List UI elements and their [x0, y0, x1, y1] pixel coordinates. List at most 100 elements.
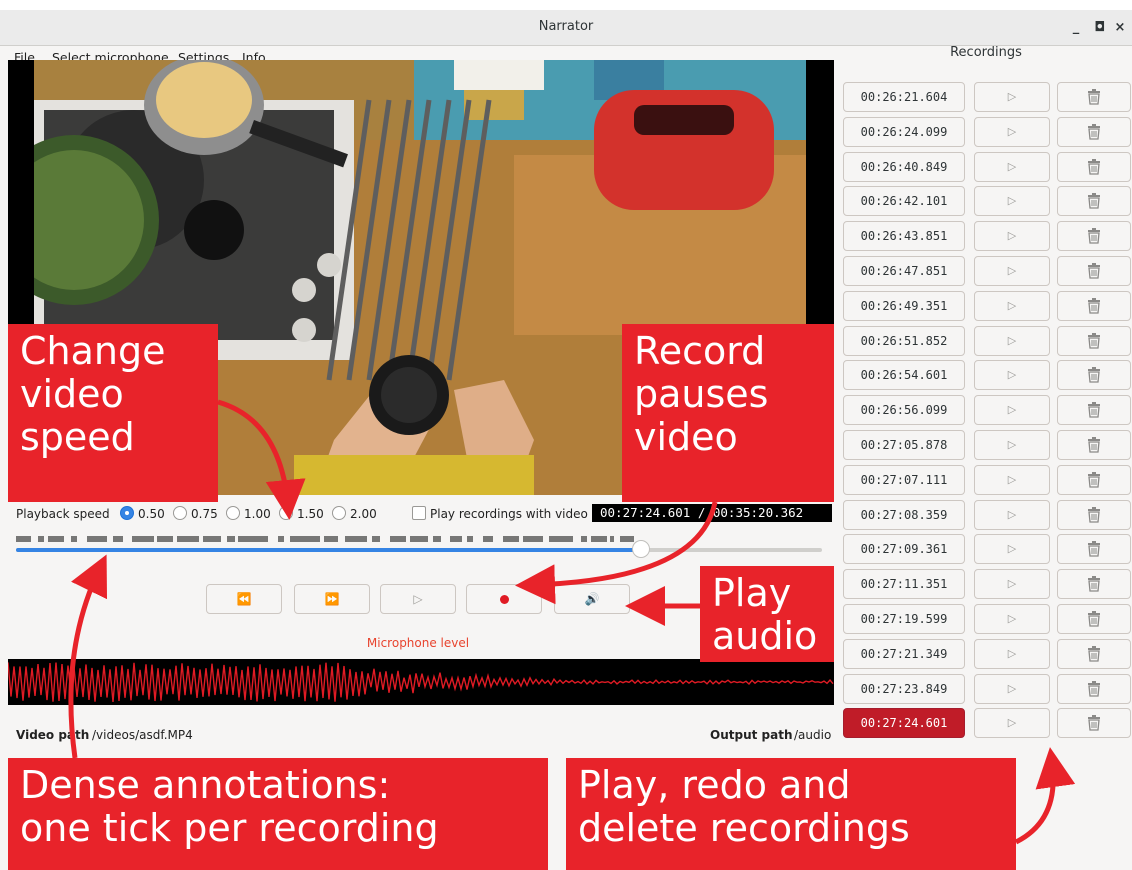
recording-delete-button[interactable] — [1057, 708, 1131, 739]
recording-play-button[interactable]: ▷ — [974, 673, 1050, 704]
recording-play-button[interactable]: ▷ — [974, 708, 1050, 739]
waveform-graph — [8, 662, 834, 702]
forward-icon: ⏩ — [324, 592, 340, 606]
play-icon: ▷ — [1007, 90, 1017, 103]
recording-redo-button[interactable]: 00:27:09.361 — [843, 534, 965, 565]
record-button[interactable] — [466, 584, 542, 614]
recording-play-button[interactable]: ▷ — [974, 151, 1050, 182]
recording-play-button[interactable]: ▷ — [974, 395, 1050, 426]
recording-redo-button[interactable]: 00:26:21.604 — [843, 82, 965, 112]
play-icon: ▷ — [1007, 681, 1017, 695]
speed-radio-0.50[interactable] — [120, 506, 134, 520]
recording-delete-button[interactable] — [1057, 638, 1131, 669]
recording-delete-button[interactable] — [1057, 221, 1131, 252]
speed-radio-2.00[interactable] — [332, 506, 346, 520]
speed-radio-1.50[interactable] — [279, 506, 293, 520]
recording-delete-button[interactable] — [1057, 325, 1131, 356]
recording-delete-button[interactable] — [1057, 290, 1131, 321]
recording-redo-button[interactable]: 00:26:49.351 — [843, 290, 965, 321]
recording-delete-button[interactable] — [1057, 464, 1131, 495]
trash-icon — [1088, 158, 1100, 175]
recording-row: 00:27:09.361 ▷ — [843, 532, 1131, 567]
recording-delete-button[interactable] — [1057, 116, 1131, 147]
annotation-record-pauses: Record pauses video — [622, 324, 834, 502]
recording-delete-button[interactable] — [1057, 82, 1131, 112]
recording-play-button[interactable]: ▷ — [974, 325, 1050, 356]
play-icon: ▷ — [1007, 368, 1017, 382]
rewind-button[interactable]: ⏪ — [206, 584, 282, 614]
recording-redo-button[interactable]: 00:26:54.601 — [843, 360, 965, 391]
trash-icon — [1088, 332, 1100, 349]
recording-play-button[interactable]: ▷ — [974, 82, 1050, 112]
play-button[interactable]: ▷ — [380, 584, 456, 614]
recording-delete-button[interactable] — [1057, 151, 1131, 182]
recording-row: 00:27:24.601 ▷ — [843, 706, 1131, 741]
recording-redo-button[interactable]: 00:27:08.359 — [843, 499, 965, 530]
play-audio-button[interactable]: 🔊 — [554, 584, 630, 614]
recording-redo-button[interactable]: 00:27:05.878 — [843, 429, 965, 460]
trash-icon — [1088, 576, 1100, 592]
recording-delete-button[interactable] — [1057, 673, 1131, 704]
recording-play-button[interactable]: ▷ — [974, 464, 1050, 495]
recording-redo-button[interactable]: 00:26:51.852 — [843, 325, 965, 356]
recording-delete-button[interactable] — [1057, 603, 1131, 634]
play-icon: ▷ — [1007, 611, 1017, 625]
recording-delete-button[interactable] — [1057, 186, 1131, 217]
recording-delete-button[interactable] — [1057, 534, 1131, 565]
play-icon: ▷ — [1007, 263, 1017, 277]
recording-redo-button[interactable]: 00:26:47.851 — [843, 255, 965, 286]
play-icon: ▷ — [1007, 194, 1017, 208]
close-button[interactable]: × — [1110, 18, 1130, 38]
recording-delete-button[interactable] — [1057, 569, 1131, 600]
recording-redo-button[interactable]: 00:26:40.849 — [843, 151, 965, 182]
microphone-waveform — [8, 659, 834, 705]
trash-icon — [1088, 506, 1100, 523]
recording-redo-button[interactable]: 00:27:21.349 — [843, 638, 965, 669]
play-icon: ▷ — [1007, 542, 1017, 556]
recording-delete-button[interactable] — [1057, 499, 1131, 530]
trash-icon — [1088, 297, 1100, 314]
maximize-button[interactable]: ◘ — [1090, 18, 1110, 38]
recording-redo-button[interactable]: 00:27:24.601 — [843, 708, 965, 739]
recording-play-button[interactable]: ▷ — [974, 499, 1050, 530]
recording-play-button[interactable]: ▷ — [974, 603, 1050, 634]
recording-delete-button[interactable] — [1057, 395, 1131, 426]
recording-delete-button[interactable] — [1057, 360, 1131, 391]
recording-play-button[interactable]: ▷ — [974, 638, 1050, 669]
recording-redo-button[interactable]: 00:26:43.851 — [843, 221, 965, 252]
seek-slider[interactable] — [16, 540, 822, 558]
play-with-video-checkbox[interactable] — [412, 506, 426, 520]
minimize-button[interactable]: _ — [1066, 18, 1086, 38]
output-path-value[interactable]: /audio — [794, 728, 831, 742]
speed-label-0.50: 0.50 — [138, 507, 165, 521]
recording-play-button[interactable]: ▷ — [974, 116, 1050, 147]
recording-play-button[interactable]: ▷ — [974, 186, 1050, 217]
play-icon: ▷ — [1007, 124, 1017, 138]
recording-play-button[interactable]: ▷ — [974, 360, 1050, 391]
trash-icon — [1088, 123, 1100, 140]
trash-icon — [1088, 645, 1100, 662]
video-path-value[interactable]: /videos/asdf.MP4 — [92, 728, 193, 742]
recording-play-button[interactable]: ▷ — [974, 221, 1050, 252]
recording-redo-button[interactable]: 00:27:11.351 — [843, 569, 965, 600]
annotation-dense-ticks: Dense annotations: one tick per recordin… — [8, 758, 548, 870]
recording-redo-button[interactable]: 00:27:19.599 — [843, 603, 965, 634]
recording-play-button[interactable]: ▷ — [974, 255, 1050, 286]
recording-delete-button[interactable] — [1057, 255, 1131, 286]
speed-radio-0.75[interactable] — [173, 506, 187, 520]
recording-redo-button[interactable]: 00:27:07.111 — [843, 464, 965, 495]
recording-play-button[interactable]: ▷ — [974, 429, 1050, 460]
recording-redo-button[interactable]: 00:26:24.099 — [843, 116, 965, 147]
recording-play-button[interactable]: ▷ — [974, 534, 1050, 565]
recording-redo-button[interactable]: 00:27:23.849 — [843, 673, 965, 704]
recording-play-button[interactable]: ▷ — [974, 569, 1050, 600]
annotation-play-audio: Play audio — [700, 566, 834, 662]
play-icon: ▷ — [1007, 716, 1017, 730]
recording-delete-button[interactable] — [1057, 429, 1131, 460]
forward-button[interactable]: ⏩ — [294, 584, 370, 614]
recording-redo-button[interactable]: 00:26:42.101 — [843, 186, 965, 217]
speed-radio-1.00[interactable] — [226, 506, 240, 520]
recording-play-button[interactable]: ▷ — [974, 290, 1050, 321]
recording-redo-button[interactable]: 00:26:56.099 — [843, 395, 965, 426]
speed-label-2.00: 2.00 — [350, 507, 377, 521]
